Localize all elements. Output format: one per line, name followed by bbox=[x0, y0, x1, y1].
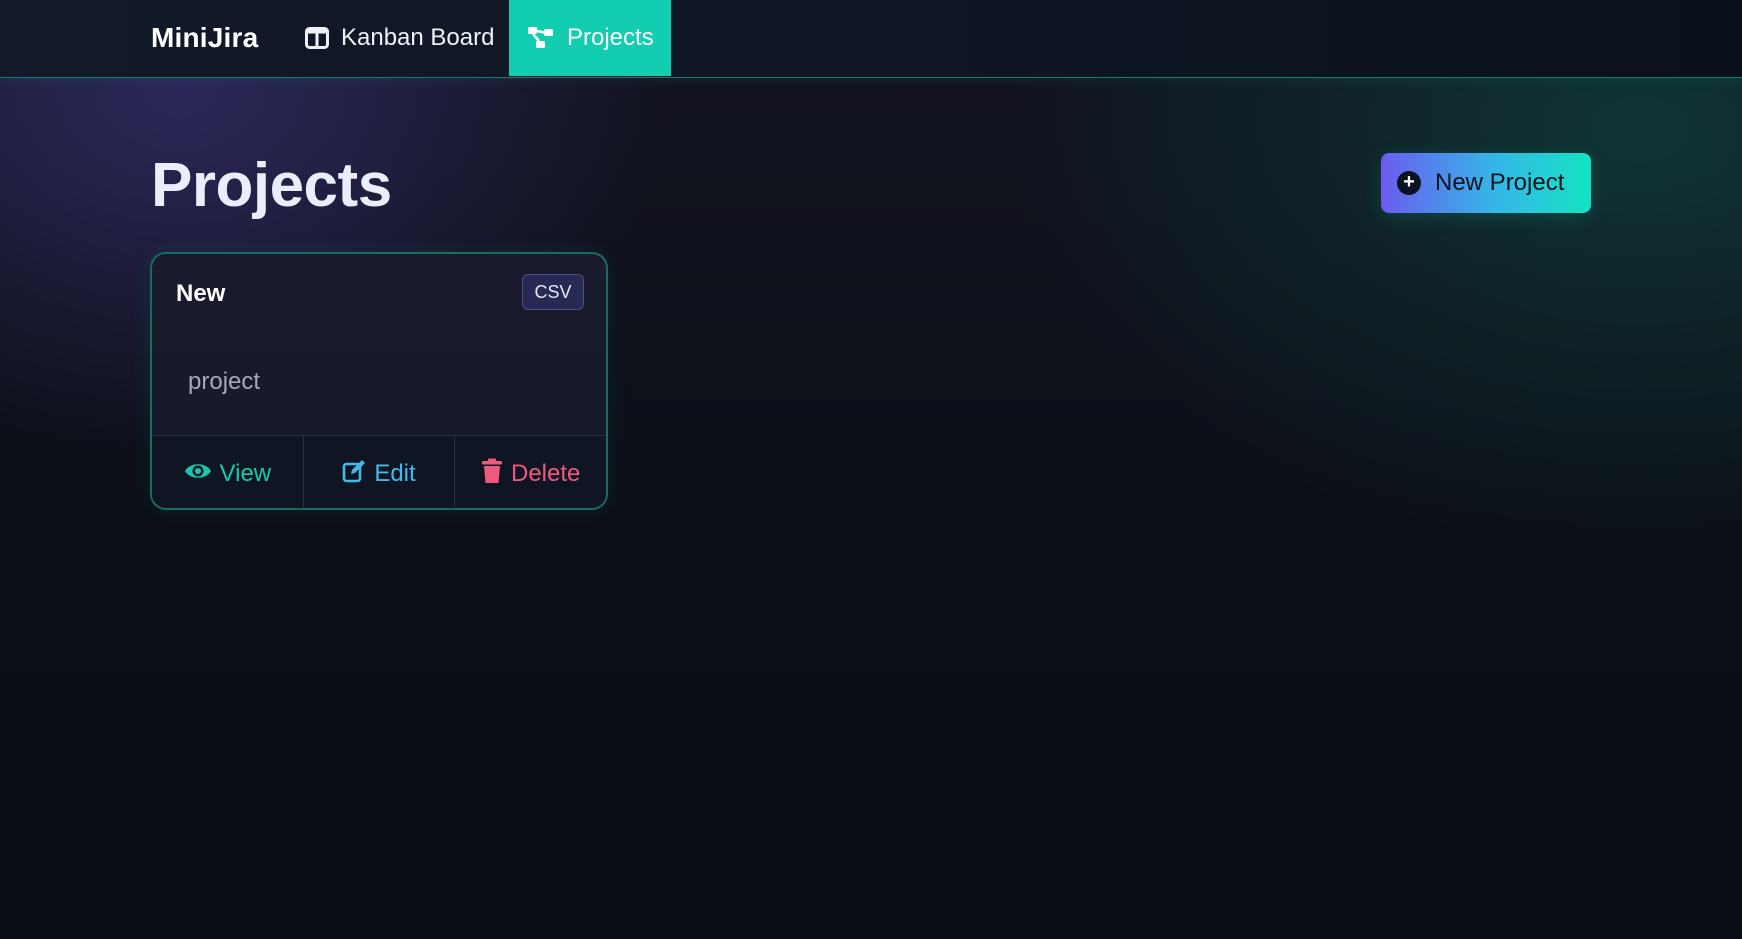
edit-button[interactable]: Edit bbox=[304, 436, 456, 508]
plus-circle-icon: + bbox=[1397, 171, 1421, 195]
edit-icon bbox=[342, 459, 366, 490]
nav-kanban-board[interactable]: Kanban Board bbox=[287, 0, 512, 76]
nav-kanban-label: Kanban Board bbox=[341, 24, 495, 51]
project-card: New CSV project View Edit Delete bbox=[150, 252, 608, 510]
delete-button[interactable]: Delete bbox=[455, 436, 606, 508]
view-label: View bbox=[219, 460, 272, 487]
brand-logo[interactable]: MiniJira bbox=[151, 0, 258, 76]
trash-icon bbox=[481, 458, 503, 491]
delete-label: Delete bbox=[510, 460, 581, 487]
new-project-label: New Project bbox=[1435, 169, 1565, 196]
nav-projects-label: Projects bbox=[567, 24, 654, 51]
nav-projects[interactable]: Projects bbox=[509, 0, 671, 76]
view-button[interactable]: View bbox=[152, 436, 304, 508]
page-title: Projects bbox=[151, 151, 392, 220]
eye-icon bbox=[184, 460, 212, 488]
sitemap-icon bbox=[527, 26, 555, 50]
project-type-badge: CSV bbox=[522, 274, 584, 310]
project-name: New bbox=[176, 280, 226, 307]
columns-icon bbox=[305, 27, 329, 49]
top-navbar: MiniJira Kanban Board Projects bbox=[0, 0, 1742, 78]
new-project-button[interactable]: + New Project bbox=[1381, 153, 1591, 213]
edit-label: Edit bbox=[374, 460, 416, 487]
project-actions: View Edit Delete bbox=[152, 435, 606, 508]
project-description: project bbox=[188, 368, 261, 395]
